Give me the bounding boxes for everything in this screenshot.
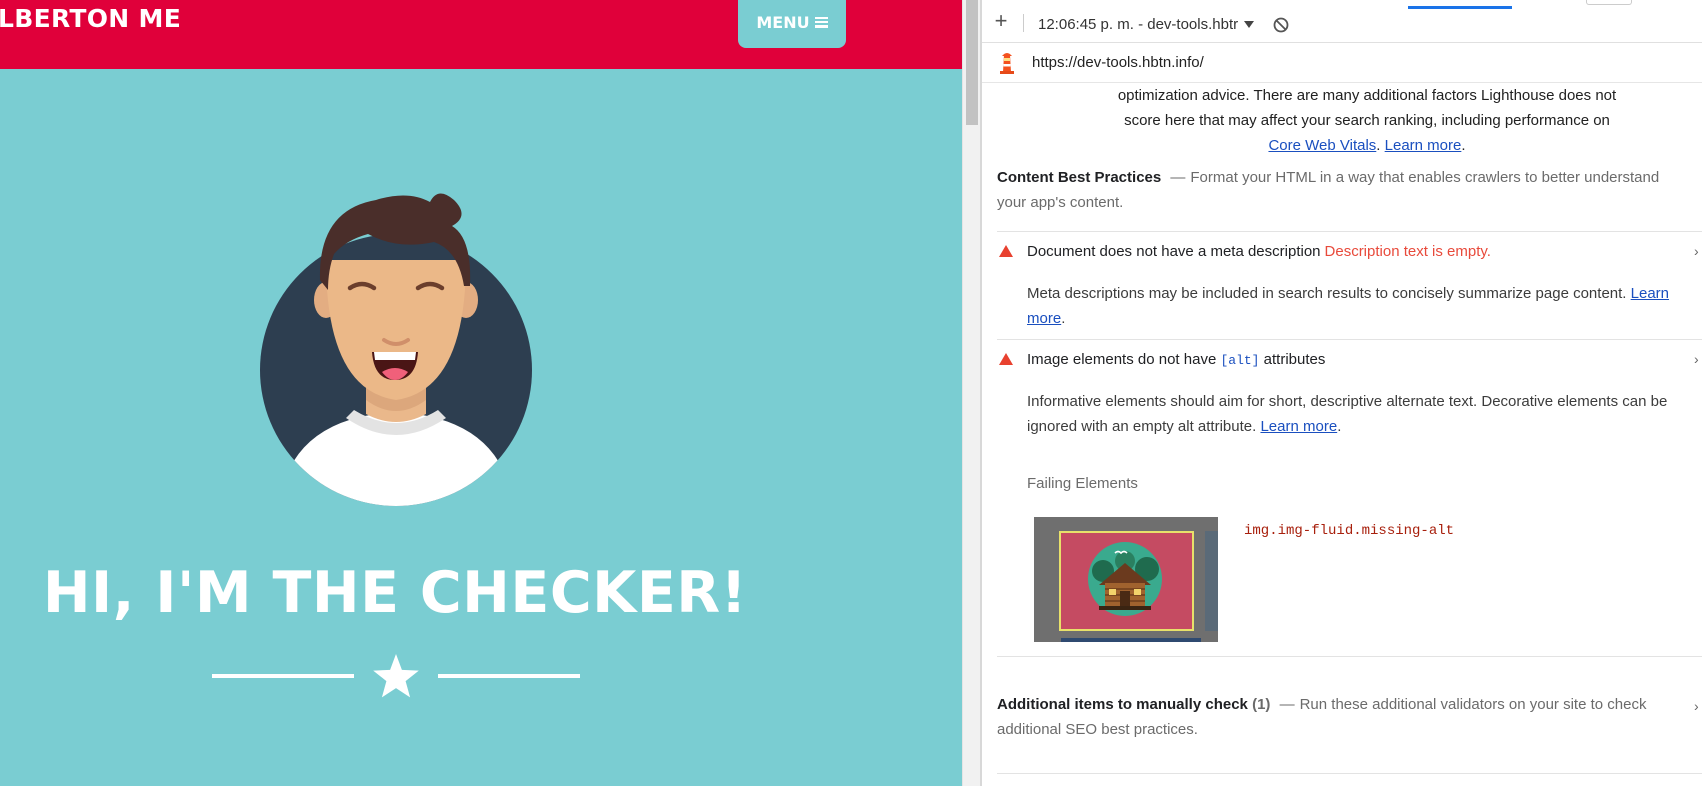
additional-items-group[interactable]: Additional items to manually check (1) —…: [997, 692, 1687, 742]
star-icon: [373, 654, 419, 698]
thumbnail-sidebar: [1205, 531, 1218, 631]
cabin-image: [1088, 542, 1162, 616]
divider: [997, 773, 1702, 774]
group-dash: —: [1279, 696, 1295, 713]
failing-element-thumbnail[interactable]: [1034, 517, 1218, 642]
thumbnail-bar: [1061, 638, 1201, 642]
audit-description: Informative elements should aim for shor…: [1027, 393, 1668, 435]
audit-title[interactable]: Image elements do not have [alt] attribu…: [1027, 351, 1325, 368]
star-divider: [212, 654, 580, 698]
menu-label: MENU: [756, 12, 810, 32]
chevron-icon[interactable]: ›: [1694, 243, 1699, 259]
group-dash: —: [1170, 169, 1186, 186]
intro-line: optimization advice. There are many addi…: [1117, 87, 1617, 104]
divider: [997, 339, 1702, 340]
report-selector[interactable]: 12:06:45 p. m. - dev-tools.hbtr: [1038, 16, 1238, 33]
failing-selector[interactable]: img.img-fluid.missing-alt: [1244, 523, 1454, 539]
site-navbar: LBERTON ME MENU: [0, 0, 962, 69]
active-tab-indicator: [1408, 6, 1512, 9]
audit-description: Meta descriptions may be included in sea…: [1027, 285, 1670, 327]
alt-code: [alt]: [1220, 353, 1260, 368]
seo-intro-text: optimization advice. There are many addi…: [1082, 83, 1652, 158]
avatar-illustration: [260, 193, 532, 506]
report-url-bar: https://dev-tools.hbtn.info/: [982, 43, 1702, 83]
report-url[interactable]: https://dev-tools.hbtn.info/: [1032, 54, 1204, 71]
intro-line: score here that may affect your search r…: [1124, 112, 1610, 129]
hero-title: HI, I'M THE CHECKER!: [42, 560, 748, 626]
scrollbar-thumb[interactable]: [966, 0, 978, 125]
content-best-practices-group: Content Best Practices — Format your HTML…: [997, 165, 1687, 215]
warning-icon: [999, 245, 1013, 257]
group-count: (1): [1252, 696, 1271, 713]
learn-more-link[interactable]: Learn more: [1260, 418, 1337, 435]
warning-icon: [999, 353, 1013, 365]
toolbar-divider: [1023, 14, 1024, 32]
lighthouse-toolbar: + 12:06:45 p. m. - dev-tools.hbtr: [982, 0, 1702, 43]
chevron-down-icon[interactable]: [1244, 21, 1254, 28]
menu-button[interactable]: MENU: [738, 0, 846, 48]
divider: [997, 656, 1702, 657]
audit-error: Description text is empty.: [1324, 243, 1491, 260]
group-title: Additional items to manually check: [997, 696, 1248, 713]
group-title: Content Best Practices: [997, 169, 1162, 186]
divider: [997, 231, 1702, 232]
lighthouse-panel: + 12:06:45 p. m. - dev-tools.hbtr https:…: [982, 0, 1702, 786]
hamburger-icon: [814, 16, 828, 28]
learn-more-link[interactable]: Learn more: [1385, 137, 1462, 154]
failing-elements-label: Failing Elements: [1027, 475, 1138, 492]
plus-icon: +: [994, 8, 1008, 33]
core-web-vitals-link[interactable]: Core Web Vitals: [1268, 137, 1376, 154]
chevron-icon[interactable]: ›: [1694, 698, 1699, 714]
audit-title[interactable]: Document does not have a meta descriptio…: [1027, 243, 1491, 260]
chevron-icon[interactable]: ›: [1694, 351, 1699, 367]
website-viewport: LBERTON ME MENU HI, I'M THE CHECKER!: [0, 0, 962, 786]
new-report-button[interactable]: +: [990, 10, 1012, 32]
intro-links: Core Web Vitals. Learn more.: [1268, 137, 1466, 154]
clear-icon[interactable]: [1273, 17, 1289, 33]
page-scrollbar[interactable]: [962, 0, 980, 786]
lighthouse-icon: [1000, 53, 1014, 74]
toolbar-control[interactable]: [1586, 0, 1632, 5]
site-brand[interactable]: LBERTON ME: [0, 4, 181, 33]
